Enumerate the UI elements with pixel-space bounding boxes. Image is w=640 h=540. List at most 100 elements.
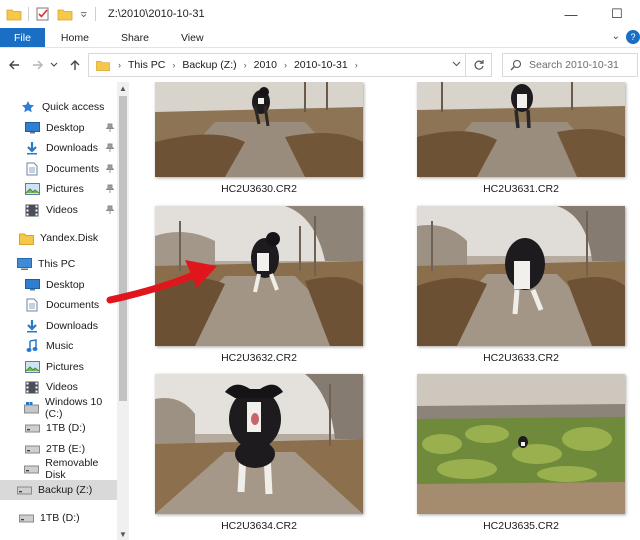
new-folder-icon[interactable] bbox=[57, 7, 73, 21]
sidebar-item-label: Videos bbox=[46, 204, 78, 216]
forward-button[interactable] bbox=[27, 54, 49, 76]
photo-thumbnail bbox=[155, 374, 363, 514]
back-arrow-icon bbox=[9, 60, 19, 70]
address-bar[interactable]: › This PC › Backup (Z:) › 2010 › 2010-10… bbox=[88, 53, 492, 77]
sidebar-item-documents[interactable]: Documents bbox=[0, 295, 118, 315]
sidebar-item-label: Windows 10 (C:) bbox=[45, 396, 103, 420]
file-name: HC2U3634.CR2 bbox=[221, 520, 297, 532]
up-arrow-icon bbox=[70, 60, 80, 70]
desktop-icon bbox=[24, 121, 40, 135]
sidebar-item-1tb-d[interactable]: 1TB (D:) bbox=[0, 418, 118, 438]
expand-ribbon-icon[interactable]: ⌄ bbox=[612, 31, 620, 42]
search-icon bbox=[510, 59, 522, 71]
pin-icon bbox=[105, 164, 115, 175]
sidebar-item-desktop[interactable]: Desktop bbox=[0, 118, 118, 138]
scroll-up-icon[interactable]: ▲ bbox=[117, 82, 129, 94]
sidebar-item-removable-disk[interactable]: Removable Disk bbox=[0, 457, 118, 481]
photo-thumbnail bbox=[155, 82, 363, 177]
tab-view[interactable]: View bbox=[165, 28, 220, 47]
drive-icon bbox=[24, 421, 40, 435]
music-icon bbox=[24, 339, 40, 353]
up-button[interactable] bbox=[64, 54, 86, 76]
navigation-pane: Quick access Desktop Downloads Documents Pic… bbox=[0, 82, 130, 540]
tab-share[interactable]: Share bbox=[105, 28, 165, 47]
divider bbox=[28, 7, 29, 21]
sidebar-item-label: Pictures bbox=[46, 361, 84, 373]
sidebar-item-documents[interactable]: Documents bbox=[0, 159, 118, 179]
sidebar-item-label: Yandex.Disk bbox=[40, 232, 99, 244]
sidebar-item-music[interactable]: Music bbox=[0, 336, 118, 356]
breadcrumb-backup-z[interactable]: Backup (Z:) bbox=[178, 59, 240, 71]
minimize-icon: — bbox=[564, 6, 578, 22]
recent-locations-button[interactable] bbox=[47, 54, 61, 76]
folder-icon bbox=[6, 9, 22, 21]
sidebar-item-backup-z[interactable]: Backup (Z:) bbox=[0, 480, 118, 500]
sidebar-item-pictures[interactable]: Pictures bbox=[0, 357, 118, 377]
tab-home[interactable]: Home bbox=[45, 28, 105, 47]
folder-icon bbox=[96, 60, 110, 71]
sidebar-item-label: Downloads bbox=[46, 142, 98, 154]
sidebar-item-label: Desktop bbox=[46, 279, 85, 291]
pin-icon bbox=[105, 143, 115, 154]
search-box[interactable]: Search 2010-10-31 bbox=[502, 53, 638, 77]
sidebar-item-2tb-e[interactable]: 2TB (E:) bbox=[0, 439, 118, 459]
refresh-button[interactable] bbox=[465, 54, 491, 76]
sidebar-item-windows-10-c[interactable]: Windows 10 (C:) bbox=[0, 396, 118, 420]
download-icon bbox=[24, 141, 40, 155]
chevron-down-icon bbox=[50, 62, 58, 67]
sidebar-item-label: Documents bbox=[46, 299, 100, 311]
title-bar: Z:\2010\2010-10-31 — ☐ bbox=[0, 0, 640, 28]
file-explorer-window: Z:\2010\2010-10-31 — ☐ File Home Share V… bbox=[0, 0, 640, 540]
sidebar-item-videos[interactable]: Videos bbox=[0, 200, 118, 220]
computer-icon bbox=[16, 257, 32, 271]
yandex-disk-icon bbox=[18, 231, 34, 245]
help-icon[interactable]: ? bbox=[626, 30, 640, 44]
sidebar-item-label: Videos bbox=[46, 381, 78, 393]
drive-icon bbox=[18, 511, 34, 525]
divider bbox=[95, 7, 96, 21]
back-button[interactable] bbox=[3, 54, 25, 76]
file-name: HC2U3633.CR2 bbox=[483, 352, 559, 364]
breadcrumb-separator[interactable]: › bbox=[241, 60, 250, 70]
customize-dropdown-icon[interactable] bbox=[79, 7, 89, 21]
properties-icon[interactable] bbox=[35, 7, 51, 21]
sidebar-item-label: Backup (Z:) bbox=[38, 484, 93, 496]
sidebar-scrollbar[interactable]: ▲ ▼ bbox=[117, 82, 129, 540]
sidebar-item-pictures[interactable]: Pictures bbox=[0, 179, 118, 199]
sidebar-item-label: Quick access bbox=[42, 101, 105, 113]
scroll-down-icon[interactable]: ▼ bbox=[117, 528, 129, 540]
minimize-button[interactable]: — bbox=[548, 0, 594, 28]
breadcrumb-2010-10-31[interactable]: 2010-10-31 bbox=[290, 59, 352, 71]
photo-thumbnail bbox=[417, 374, 625, 514]
sidebar-item-quick-access[interactable]: Quick access bbox=[0, 97, 118, 117]
sidebar-item-yandex-disk[interactable]: Yandex.Disk bbox=[0, 228, 118, 248]
navigation-bar: › This PC › Backup (Z:) › 2010 › 2010-10… bbox=[0, 48, 640, 82]
pictures-icon bbox=[24, 360, 40, 374]
maximize-button[interactable]: ☐ bbox=[594, 0, 640, 28]
breadcrumb-separator[interactable]: › bbox=[352, 60, 361, 70]
sidebar-item-desktop[interactable]: Desktop bbox=[0, 275, 118, 295]
windows-drive-icon bbox=[24, 401, 40, 415]
breadcrumb-separator[interactable]: › bbox=[281, 60, 290, 70]
sidebar-item-label: This PC bbox=[38, 258, 76, 270]
scrollbar-thumb[interactable] bbox=[119, 96, 127, 401]
sidebar-item-videos[interactable]: Videos bbox=[0, 377, 118, 397]
breadcrumb-separator: › bbox=[118, 60, 121, 70]
sidebar-item-downloads[interactable]: Downloads bbox=[0, 138, 118, 158]
sidebar-item-downloads[interactable]: Downloads bbox=[0, 316, 118, 336]
refresh-icon bbox=[474, 60, 484, 70]
sidebar-item-label: 2TB (E:) bbox=[46, 443, 86, 455]
sidebar-item-1tb-d[interactable]: 1TB (D:) bbox=[0, 508, 118, 528]
file-name: HC2U3635.CR2 bbox=[483, 520, 559, 532]
photo-thumbnail bbox=[417, 206, 625, 346]
breadcrumb-separator[interactable]: › bbox=[169, 60, 178, 70]
chevron-down-icon[interactable] bbox=[452, 59, 461, 68]
sidebar-item-this-pc[interactable]: This PC bbox=[0, 254, 118, 274]
breadcrumb-2010[interactable]: 2010 bbox=[250, 59, 281, 71]
tab-file[interactable]: File bbox=[0, 28, 45, 47]
forward-arrow-icon bbox=[33, 60, 43, 70]
sidebar-item-label: Documents bbox=[46, 163, 100, 175]
maximize-icon: ☐ bbox=[611, 6, 623, 21]
breadcrumb-this-pc[interactable]: This PC bbox=[124, 59, 169, 71]
sidebar-item-label: Pictures bbox=[46, 183, 84, 195]
